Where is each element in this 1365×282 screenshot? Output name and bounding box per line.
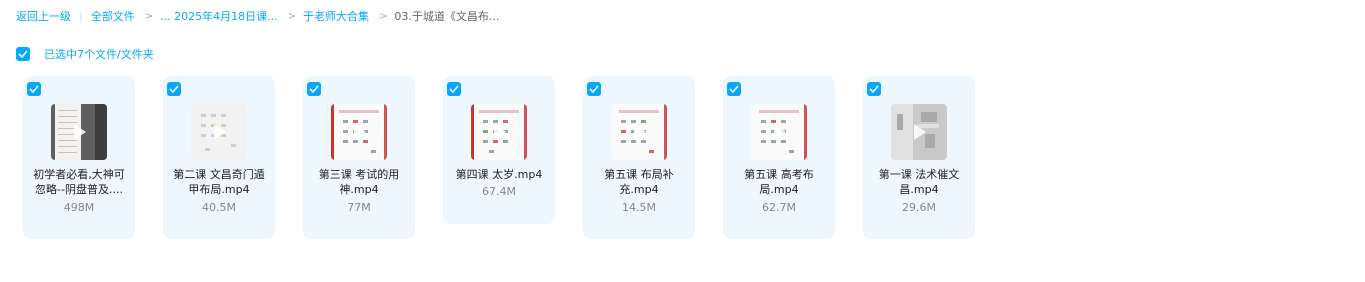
file-size: 67.4M bbox=[482, 185, 516, 198]
file-name: 初学者必看,大神可忽略--阴盘普及.... bbox=[33, 168, 125, 196]
checkmark-icon bbox=[869, 85, 879, 93]
file-checkbox[interactable] bbox=[167, 82, 181, 96]
file-name: 第一课 法术催文昌.mp4 bbox=[878, 168, 960, 196]
breadcrumb: 返回上一级 | 全部文件 > ... 2025年4月18日课... > 于老师大… bbox=[16, 8, 499, 24]
file-size: 40.5M bbox=[202, 201, 236, 214]
play-icon bbox=[914, 124, 926, 140]
file-name: 第三课 考试的用神.mp4 bbox=[318, 168, 400, 196]
file-card[interactable]: 第五课 高考布局.mp4 62.7M bbox=[723, 76, 835, 239]
chevron-right-icon: > bbox=[378, 10, 388, 22]
file-grid: 初学者必看,大神可忽略--阴盘普及.... 498M 第二课 文昌奇门遁甲布局.… bbox=[23, 76, 1003, 239]
checkmark-icon bbox=[589, 85, 599, 93]
file-name: 第五课 高考布局.mp4 bbox=[744, 168, 814, 196]
chevron-right-icon: > bbox=[287, 10, 296, 22]
select-all-row: 已选中7个文件/文件夹 bbox=[16, 46, 154, 62]
file-name: 第二课 文昌奇门遁甲布局.mp4 bbox=[173, 168, 265, 196]
play-icon bbox=[774, 124, 786, 140]
video-thumbnail bbox=[891, 104, 947, 160]
breadcrumb-level-1[interactable]: ... 2025年4月18日课... bbox=[160, 8, 277, 24]
file-size: 498M bbox=[63, 201, 95, 214]
play-icon bbox=[634, 124, 646, 140]
video-thumbnail bbox=[471, 104, 527, 160]
file-checkbox[interactable] bbox=[27, 82, 41, 96]
select-all-checkbox[interactable] bbox=[16, 47, 30, 61]
video-thumbnail bbox=[751, 104, 807, 160]
file-size: 77M bbox=[347, 201, 371, 214]
breadcrumb-current: 03.于城道《文昌布... bbox=[394, 10, 500, 23]
checkmark-icon bbox=[18, 50, 28, 58]
checkmark-icon bbox=[449, 85, 459, 93]
file-size: 62.7M bbox=[762, 201, 796, 214]
file-checkbox[interactable] bbox=[307, 82, 321, 96]
video-thumbnail bbox=[191, 104, 247, 160]
file-name: 第五课 布局补充.mp4 bbox=[604, 168, 674, 196]
play-icon bbox=[494, 124, 506, 140]
file-checkbox[interactable] bbox=[727, 82, 741, 96]
file-card[interactable]: 初学者必看,大神可忽略--阴盘普及.... 498M bbox=[23, 76, 135, 239]
checkmark-icon bbox=[309, 85, 319, 93]
file-card[interactable]: 第四课 太岁.mp4 67.4M bbox=[443, 76, 555, 224]
video-thumbnail bbox=[331, 104, 387, 160]
breadcrumb-level-2[interactable]: 于老师大合集 bbox=[303, 8, 369, 24]
selection-count-label: 已选中7个文件/文件夹 bbox=[44, 48, 154, 61]
breadcrumb-divider: | bbox=[79, 9, 83, 23]
back-link[interactable]: 返回上一级 bbox=[16, 8, 71, 24]
checkmark-icon bbox=[29, 85, 39, 93]
file-card[interactable]: 第三课 考试的用神.mp4 77M bbox=[303, 76, 415, 239]
play-icon bbox=[74, 124, 86, 140]
breadcrumb-all-files[interactable]: 全部文件 bbox=[91, 8, 135, 24]
video-thumbnail bbox=[51, 104, 107, 160]
file-name: 第四课 太岁.mp4 bbox=[455, 168, 543, 181]
file-checkbox[interactable] bbox=[867, 82, 881, 96]
chevron-right-icon: > bbox=[144, 10, 154, 22]
play-icon bbox=[214, 124, 226, 140]
file-card[interactable]: 第二课 文昌奇门遁甲布局.mp4 40.5M bbox=[163, 76, 275, 239]
file-checkbox[interactable] bbox=[587, 82, 601, 96]
file-card[interactable]: 第一课 法术催文昌.mp4 29.6M bbox=[863, 76, 975, 239]
checkmark-icon bbox=[169, 85, 179, 93]
file-card[interactable]: 第五课 布局补充.mp4 14.5M bbox=[583, 76, 695, 239]
file-size: 29.6M bbox=[902, 201, 936, 214]
play-icon bbox=[354, 124, 366, 140]
file-checkbox[interactable] bbox=[447, 82, 461, 96]
video-thumbnail bbox=[611, 104, 667, 160]
file-size: 14.5M bbox=[622, 201, 656, 214]
checkmark-icon bbox=[729, 85, 739, 93]
